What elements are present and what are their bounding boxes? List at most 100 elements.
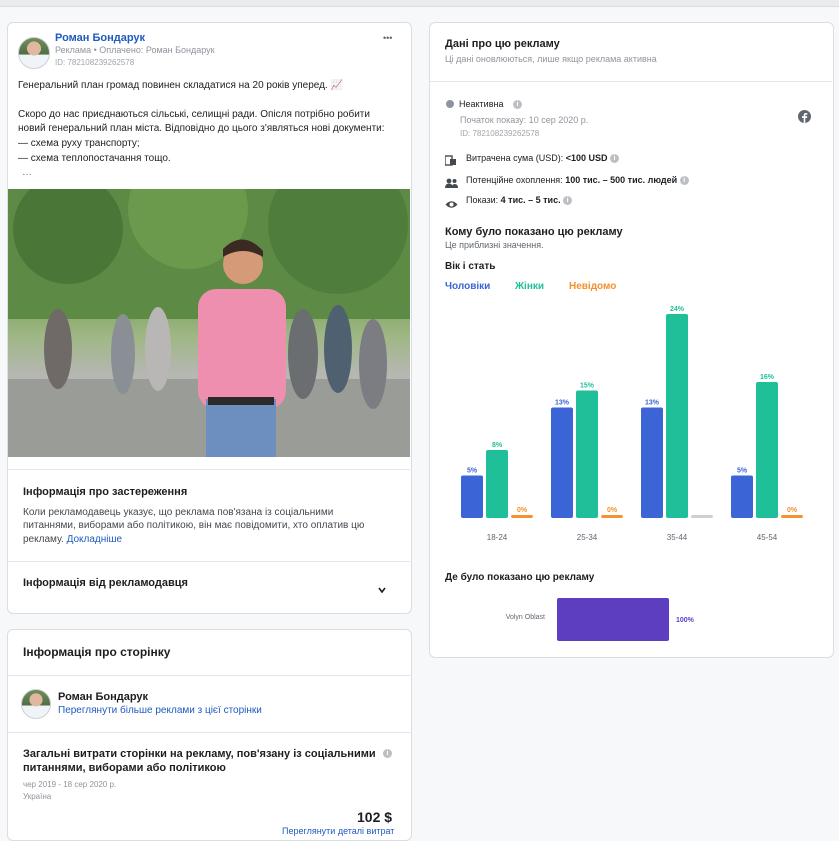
bar-18-24-2[interactable]	[511, 515, 533, 518]
age-gender-title: Вік і стать	[445, 261, 496, 272]
disclaimer-line-2: питаннями, виборами або політикою, він м…	[23, 520, 365, 531]
bar-45-54-2[interactable]	[781, 515, 803, 518]
page-info-name[interactable]: Роман Бондарук	[58, 691, 148, 703]
impressions-value: 4 тис. – 5 тис.	[500, 195, 561, 205]
tick-label-25-34: 25-34	[577, 533, 598, 542]
post-line-5: — схема руху транспорту;	[18, 138, 140, 149]
bar-35-44-2[interactable]	[691, 515, 713, 518]
audience-title: Кому було показано цю рекламу	[445, 226, 623, 238]
bar-45-54-0[interactable]	[731, 475, 753, 519]
start-date: Початок показу: 10 сер 2020 р.	[460, 115, 589, 125]
bar-label-18-24-0: 5%	[467, 468, 478, 475]
learn-more-link[interactable]: Докладніше	[67, 534, 123, 545]
region-value-label: 100%	[676, 617, 695, 624]
legend-female[interactable]: Жінки	[515, 281, 544, 292]
post-line-4: новий генеральний план міста. Відповідно…	[18, 123, 385, 134]
disclaimer-line-1: Коли рекламодавець указує, що реклама по…	[23, 507, 334, 518]
page-info-title: Інформація про сторінку	[23, 645, 171, 659]
bar-18-24-0[interactable]	[461, 475, 483, 519]
avatar[interactable]	[18, 37, 50, 69]
divider-5	[430, 81, 832, 82]
spend-details-link[interactable]: Переглянути деталі витрат	[282, 826, 394, 836]
impressions-label: Покази:	[466, 195, 501, 205]
impressions-row: Покази: 4 тис. – 5 тис. i	[466, 195, 573, 206]
chevron-down-icon[interactable]	[378, 581, 386, 594]
post-line-1: Генеральний план громад повинен складати…	[18, 80, 343, 91]
disclaimer-line-3-text: рекламу.	[23, 534, 64, 545]
post-line-6: — схема теплопостачання тощо.	[18, 153, 171, 164]
bar-25-34-0[interactable]	[551, 407, 573, 519]
advertiser-info-toggle[interactable]: Інформація від рекламодавця	[23, 577, 188, 589]
bar-label-35-44-1: 24%	[670, 306, 685, 313]
region-label: Volyn Oblast	[506, 614, 545, 621]
impressions-info-icon[interactable]: i	[563, 196, 573, 206]
more-ads-link[interactable]: Переглянути більше реклами з цієї сторін…	[58, 705, 262, 716]
status-dot-icon	[446, 100, 454, 108]
spend-label: Витрачена сума (USD):	[466, 153, 566, 163]
region-title: Де було показано цю рекламу	[445, 572, 595, 583]
bar-label-45-54-1: 16%	[760, 374, 775, 381]
bar-35-44-1[interactable]	[666, 314, 688, 518]
eye-icon	[445, 196, 458, 208]
tick-label-45-54: 45-54	[757, 533, 778, 542]
bar-label-18-24-1: 8%	[492, 442, 503, 449]
ad-image	[8, 189, 410, 457]
status-label: Неактивна	[459, 99, 504, 109]
sponsor-line: Реклама • Оплачено: Роман Бондарук	[55, 45, 215, 55]
post-line-3: Скоро до нас приєднаються сільські, сели…	[18, 109, 370, 120]
age-gender-chart: 5% 8% 0% 18-24 13% 15% 0% 25-34 13% 24% 35-44 5% 16%…	[461, 306, 803, 542]
ad-photo-illustration	[8, 189, 410, 457]
legend-male[interactable]: Чоловіки	[445, 281, 490, 292]
bar-25-34-2[interactable]	[601, 515, 623, 518]
tick-label-35-44: 35-44	[667, 533, 688, 542]
more-options-button[interactable]: •••	[383, 33, 392, 43]
spend-value: <100 USD	[565, 153, 608, 163]
bar-label-25-34-0: 13%	[555, 400, 570, 407]
spend-country: Україна	[23, 792, 52, 801]
disclaimer-line-3: рекламу. Докладніше	[23, 534, 122, 545]
region-bar[interactable]	[557, 598, 669, 641]
top-bar	[0, 0, 839, 7]
divider-3	[8, 675, 410, 676]
page-name-link[interactable]: Роман Бондарук	[55, 32, 145, 44]
bar-label-25-34-1: 15%	[580, 383, 595, 390]
bar-label-45-54-0: 5%	[737, 468, 748, 475]
reach-row: Потенційне охоплення: 100 тис. – 500 тис…	[466, 175, 689, 186]
bar-25-34-1[interactable]	[576, 390, 598, 519]
ad-data-title: Дані про цю рекламу	[445, 38, 560, 50]
facebook-icon	[798, 110, 811, 123]
divider-1	[8, 469, 410, 470]
audience-note: Це приблизні значення.	[445, 240, 544, 250]
bar-label-25-34-2: 0%	[607, 507, 618, 514]
divider-4	[8, 732, 410, 733]
status-info-icon[interactable]: i	[513, 100, 522, 109]
legend-unknown[interactable]: Невідомо	[569, 281, 616, 292]
ad-data-id: ID: 782108239262578	[460, 129, 540, 138]
info-icon[interactable]: i	[383, 749, 392, 758]
page-avatar[interactable]	[21, 689, 51, 719]
region-chart: Volyn Oblast 100%	[506, 598, 695, 641]
bar-45-54-1[interactable]	[756, 382, 778, 518]
tick-label-18-24: 18-24	[487, 533, 508, 542]
spend-row: Витрачена сума (USD): <100 USD i	[466, 153, 620, 164]
reach-value: 100 тис. – 500 тис. людей	[565, 175, 678, 185]
bar-label-35-44-0: 13%	[645, 400, 660, 407]
reach-label: Потенційне охоплення:	[466, 175, 566, 185]
bar-label-45-54-2: 0%	[787, 507, 798, 514]
spend-title-line-1: Загальні витрати сторінки на рекламу, по…	[23, 748, 376, 760]
people-icon	[445, 175, 458, 188]
page-info-card	[7, 629, 412, 841]
divider-2	[8, 561, 410, 562]
disclaimer-title: Інформація про застереження	[23, 486, 188, 498]
bar-label-18-24-2: 0%	[517, 507, 528, 514]
spend-info-icon[interactable]: i	[610, 154, 620, 164]
see-more-ellipsis[interactable]: …	[22, 167, 32, 178]
reach-info-icon[interactable]: i	[679, 176, 689, 186]
spend-period: чер 2019 - 18 сер 2020 р.	[23, 780, 117, 789]
spend-amount: 102 $	[357, 809, 393, 825]
ad-data-subtitle: Ці дані оновлюються, лише якщо реклама а…	[445, 54, 657, 64]
bar-35-44-0[interactable]	[641, 407, 663, 519]
spend-title-line-2: питаннями, виборами або політикою	[23, 762, 226, 774]
bar-18-24-1[interactable]	[486, 450, 508, 518]
money-icon	[444, 153, 457, 166]
